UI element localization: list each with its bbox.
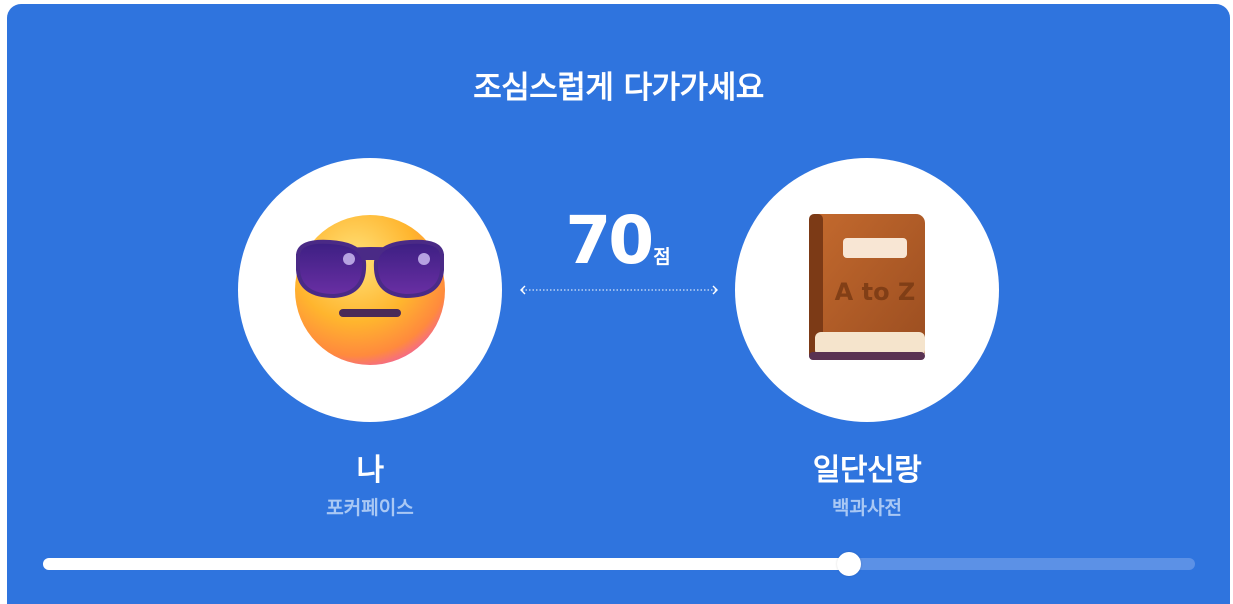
partner-name: 일단신랑 — [812, 453, 922, 488]
score-progress-bar — [43, 552, 1195, 576]
book-cover-label: A to Z — [835, 278, 916, 306]
score-unit: 점 — [653, 246, 671, 268]
sunglasses-face-icon — [295, 215, 445, 365]
dictionary-book-icon: A to Z — [809, 214, 925, 360]
connector-arrow-icon — [520, 285, 718, 295]
my-avatar — [238, 158, 502, 422]
compatibility-score: 70 점 — [518, 202, 718, 279]
score-value: 70 — [565, 202, 654, 279]
partner-type: 백과사전 — [832, 497, 902, 519]
compatibility-card: 조심스럽게 다가가세요 A to Z 70 점 나 포커페이스 일단신랑 백과사… — [7, 4, 1230, 604]
partner-avatar: A to Z — [735, 158, 999, 422]
my-type: 포커페이스 — [326, 497, 414, 519]
my-name: 나 — [356, 453, 384, 488]
page-title: 조심스럽게 다가가세요 — [473, 70, 764, 106]
score-progress-thumb[interactable] — [837, 552, 862, 576]
score-progress-fill — [43, 558, 850, 570]
